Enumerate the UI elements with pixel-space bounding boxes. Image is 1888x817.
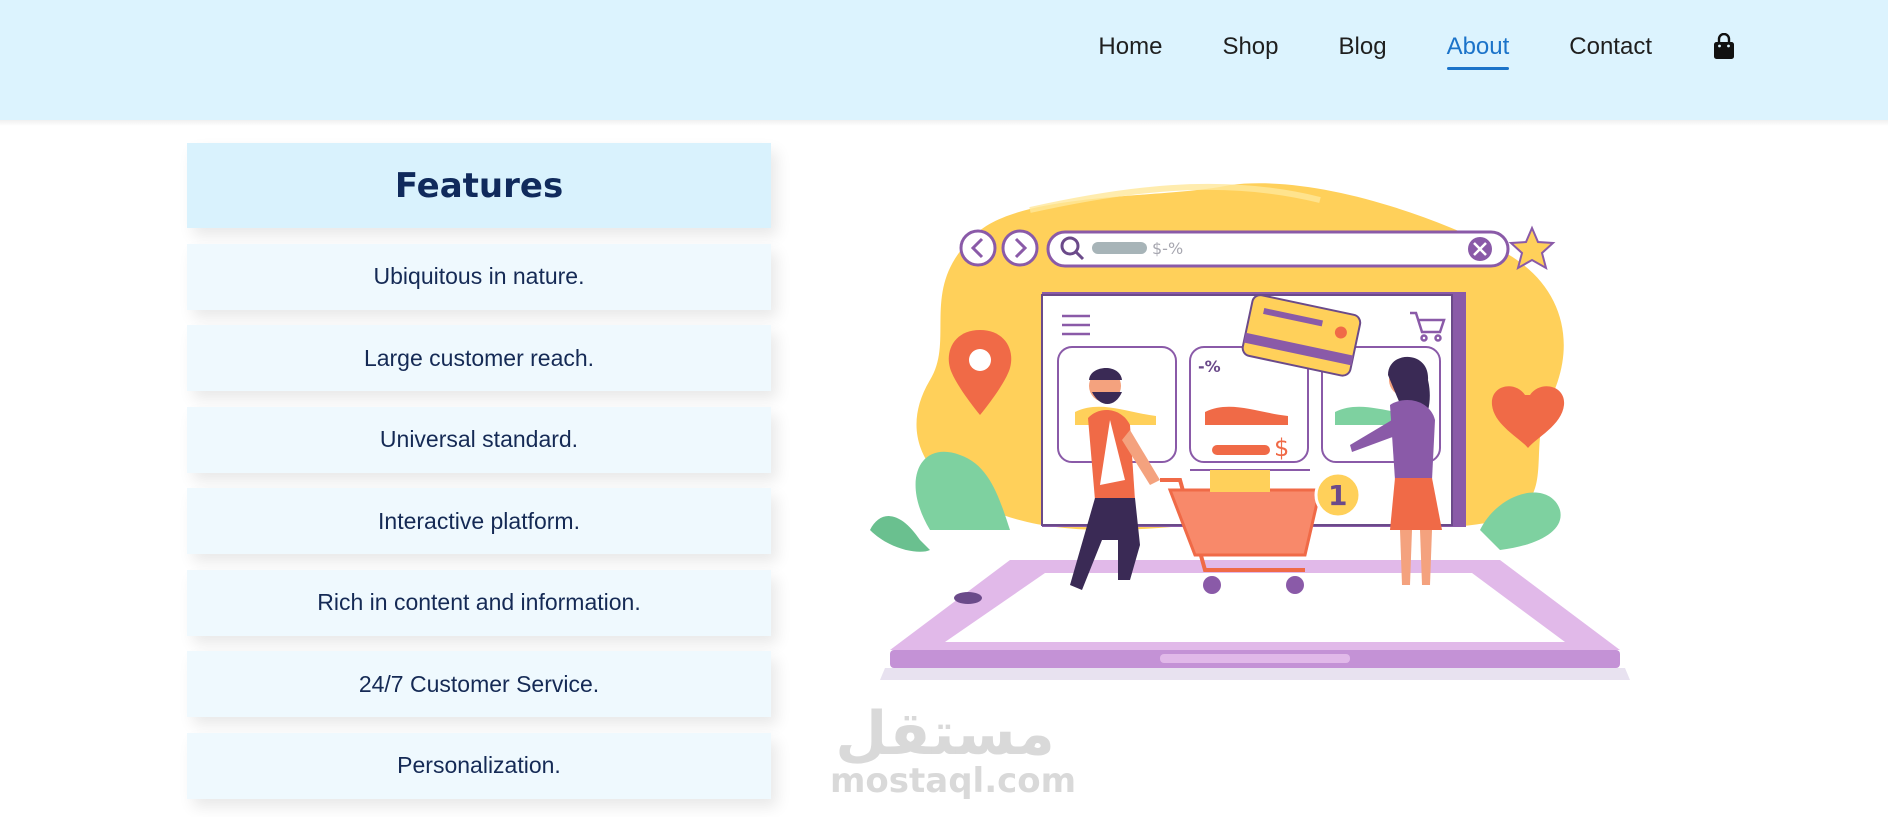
features-title: Features xyxy=(187,143,771,228)
browser-back-icon xyxy=(959,229,997,267)
site-header: Home Shop Blog About Contact xyxy=(0,0,1888,120)
browser-forward-icon xyxy=(1001,229,1039,267)
nav-blog[interactable]: Blog xyxy=(1339,32,1387,62)
feature-item: Interactive platform. xyxy=(187,488,771,554)
feature-item: Ubiquitous in nature. xyxy=(187,243,771,310)
nav-contact[interactable]: Contact xyxy=(1569,32,1652,62)
watermark-arabic: مستقل xyxy=(835,699,1055,769)
feature-item: Rich in content and information. xyxy=(187,569,771,636)
feature-item: Personalization. xyxy=(187,732,771,799)
nav-home[interactable]: Home xyxy=(1098,32,1162,62)
feature-item: Large customer reach. xyxy=(187,325,771,391)
discount-label: -% xyxy=(1198,357,1221,376)
cart-count-badge: 1 xyxy=(1314,471,1362,519)
feature-item: Universal standard. xyxy=(187,406,771,473)
features-panel: Features Ubiquitous in nature. Large cus… xyxy=(187,143,771,799)
header-shadow xyxy=(0,120,1888,126)
svg-text:1: 1 xyxy=(1328,479,1347,512)
main-nav: Home Shop Blog About Contact xyxy=(1038,32,1736,70)
watermark: مستقل mostaql.com xyxy=(830,699,1077,801)
search-text: $-% xyxy=(1152,239,1183,258)
nav-shop[interactable]: Shop xyxy=(1222,32,1278,62)
nav-about[interactable]: About xyxy=(1446,32,1509,70)
shopping-bag-icon[interactable] xyxy=(1712,33,1736,61)
watermark-latin: mostaql.com xyxy=(830,761,1077,801)
clear-icon xyxy=(1468,237,1492,261)
feature-item: 24/7 Customer Service. xyxy=(187,651,771,717)
online-shopping-illustration: $-% -% $ 1 xyxy=(870,183,1630,680)
price-label: $ xyxy=(1274,434,1289,462)
